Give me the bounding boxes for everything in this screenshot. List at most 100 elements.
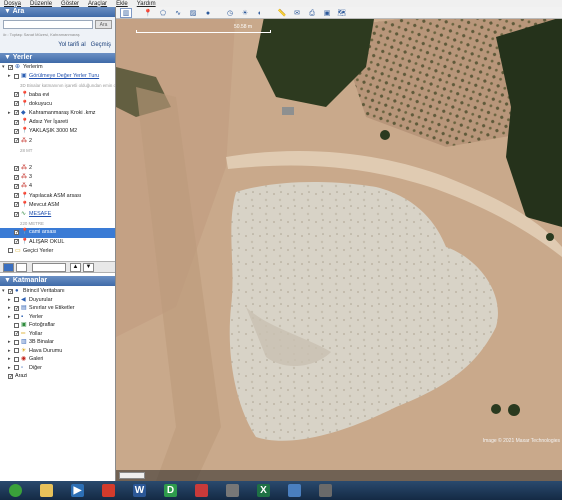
layers-item[interactable]: ═Yollar (0, 330, 115, 339)
places-item[interactable]: ⁂4 (0, 182, 115, 192)
app-icon-3[interactable] (313, 482, 339, 499)
map-view[interactable]: ▥ 📍 ⬠ ∿ ▨ ● ◷ ☀ ◐ 📏 ✉ ⎙ ▣ 🗺 50.58 m Image © 2021 Maxa… (116, 7, 562, 481)
places-item[interactable]: ▸ ◆Kahramanmaraş Kroki .kmz (0, 109, 115, 119)
search-button[interactable]: Ara (95, 20, 112, 29)
expand-icon[interactable]: ▸ (8, 110, 13, 116)
save-image-icon[interactable]: ▣ (321, 8, 333, 18)
layers-item[interactable]: ▸ ☀ Hava Durumu (0, 347, 115, 356)
layers-item[interactable]: ▸ ▤Sınırlar ve Etiketler (0, 304, 115, 314)
visibility-checkbox[interactable] (14, 365, 19, 370)
visibility-checkbox[interactable] (8, 288, 13, 296)
satellite-imagery[interactable] (116, 7, 562, 481)
places-item[interactable]: 📍Yapılacak ASM arsası (0, 192, 115, 201)
layers-item[interactable]: ▸ ▫ Diğer (0, 364, 115, 373)
places-item[interactable]: 28 MT (0, 146, 115, 155)
places-item[interactable]: 📍cami arsası (0, 228, 115, 238)
move-up-button[interactable]: ▲ (70, 263, 81, 272)
visibility-checkbox[interactable] (14, 100, 19, 109)
layers-item[interactable]: ▸ ◀ Duyurular (0, 296, 115, 305)
places-item[interactable]: 📍ALIŞAR OKUL (0, 238, 115, 247)
historical-imagery-icon[interactable]: ◷ (224, 8, 236, 18)
visibility-checkbox[interactable] (14, 137, 19, 146)
polygon-icon[interactable]: ⬠ (157, 8, 169, 18)
menu-item-3[interactable]: Araçlar (88, 1, 107, 7)
collapse-icon[interactable]: ▾ (2, 289, 7, 294)
visibility-checkbox[interactable] (8, 64, 13, 73)
google-earth-icon[interactable] (282, 482, 308, 499)
layers-panel-header[interactable]: ▼ Katmanlar (0, 276, 115, 286)
visibility-checkbox[interactable] (14, 174, 19, 183)
places-item[interactable]: 📍Mevcut ASM (0, 201, 115, 211)
places-item[interactable]: 📍dokuyucu (0, 100, 115, 109)
places-item[interactable]: ▸ ▣ Görülmeye Değer Yerler Turu (0, 72, 115, 81)
layers-item[interactable]: Arazi (0, 372, 115, 381)
visibility-checkbox[interactable] (14, 339, 19, 345)
places-item[interactable]: ▾ ⊕Yerlerim (0, 63, 115, 73)
menu-item-5[interactable]: Yardım (137, 1, 156, 7)
image-overlay-icon[interactable]: ▨ (187, 8, 199, 18)
search-places-button[interactable] (3, 263, 14, 272)
expand-icon[interactable]: ▸ (8, 297, 13, 303)
places-panel-header[interactable]: ▼ Yerler (0, 53, 115, 63)
visibility-checkbox[interactable] (14, 314, 19, 319)
visibility-checkbox[interactable] (14, 305, 19, 313)
expand-icon[interactable]: ▸ (8, 365, 13, 371)
print-icon[interactable]: ⎙ (306, 8, 318, 18)
places-filter-input[interactable] (32, 263, 66, 272)
app-icon-1[interactable] (189, 482, 215, 499)
visibility-checkbox[interactable] (14, 183, 19, 192)
menu-item-4[interactable]: Ekle (116, 1, 128, 7)
expand-icon[interactable]: ▸ (8, 314, 13, 320)
search-input[interactable] (3, 20, 93, 29)
email-icon[interactable]: ✉ (291, 8, 303, 18)
explorer-icon[interactable] (34, 482, 60, 499)
collapse-icon[interactable]: ▾ (2, 65, 7, 70)
layers-item[interactable]: ▸ ▪ Yerler (0, 313, 115, 322)
path-icon[interactable]: ∿ (172, 8, 184, 18)
places-item[interactable]: ⁂3 (0, 173, 115, 183)
placemark-icon[interactable]: 📍 (142, 8, 154, 18)
menu-item-1[interactable]: Düzenle (30, 1, 52, 7)
word-icon[interactable]: W (127, 482, 153, 499)
places-item[interactable]: ⁂2 (0, 164, 115, 174)
visibility-checkbox[interactable] (14, 211, 19, 220)
d-app-icon[interactable]: D (158, 482, 184, 499)
visibility-checkbox[interactable] (14, 192, 19, 201)
maps-icon[interactable]: 🗺 (336, 8, 348, 18)
layers-item[interactable]: ▸ ▥ 3B Binalar (0, 338, 115, 347)
start-button[interactable] (3, 482, 29, 499)
search-panel-header[interactable]: ▼ Ara (0, 7, 115, 17)
visibility-checkbox[interactable] (14, 91, 19, 100)
visibility-checkbox[interactable] (8, 373, 13, 381)
places-item[interactable]: 📍baba evi (0, 91, 115, 100)
places-item[interactable]: ∿MESAFE (0, 210, 115, 220)
ruler-icon[interactable]: 📏 (276, 8, 288, 18)
visibility-checkbox[interactable] (14, 201, 19, 211)
visibility-checkbox[interactable] (14, 238, 19, 247)
media-player-icon[interactable]: ▶ (65, 482, 91, 499)
places-item[interactable]: ⁂2 (0, 137, 115, 146)
expand-icon[interactable]: ▸ (8, 357, 13, 362)
visibility-checkbox[interactable] (14, 109, 19, 119)
visibility-checkbox[interactable] (14, 128, 19, 137)
panel-toggle-button[interactable] (16, 263, 27, 272)
visibility-checkbox[interactable] (14, 73, 19, 79)
visibility-checkbox[interactable] (14, 297, 19, 302)
history-link[interactable]: Geçmiş (91, 42, 111, 48)
layers-item[interactable]: ▾ ● Birincil Veritabanı (0, 287, 115, 297)
layers-item[interactable]: ▸ ◉ Galeri (0, 355, 115, 364)
move-down-button[interactable]: ▼ (83, 263, 94, 272)
menu-item-0[interactable]: Dosya (4, 1, 21, 7)
places-item[interactable]: 📍YAKLAŞIK 3000 M2 (0, 127, 115, 137)
expand-icon[interactable]: ▸ (8, 348, 13, 354)
visibility-checkbox[interactable] (14, 322, 19, 328)
visibility-checkbox[interactable] (14, 119, 19, 128)
expand-icon[interactable]: ▸ (8, 74, 13, 79)
visibility-checkbox[interactable] (14, 165, 19, 174)
menu-item-2[interactable]: Göster (61, 1, 79, 7)
places-item[interactable]: 3D Binalar katmanının işaretli olduğunda… (0, 81, 115, 90)
planets-icon[interactable]: ◐ (254, 8, 266, 18)
excel-icon[interactable]: X (251, 482, 277, 499)
visibility-checkbox[interactable] (14, 348, 19, 353)
tour-guide-button[interactable] (119, 472, 145, 479)
